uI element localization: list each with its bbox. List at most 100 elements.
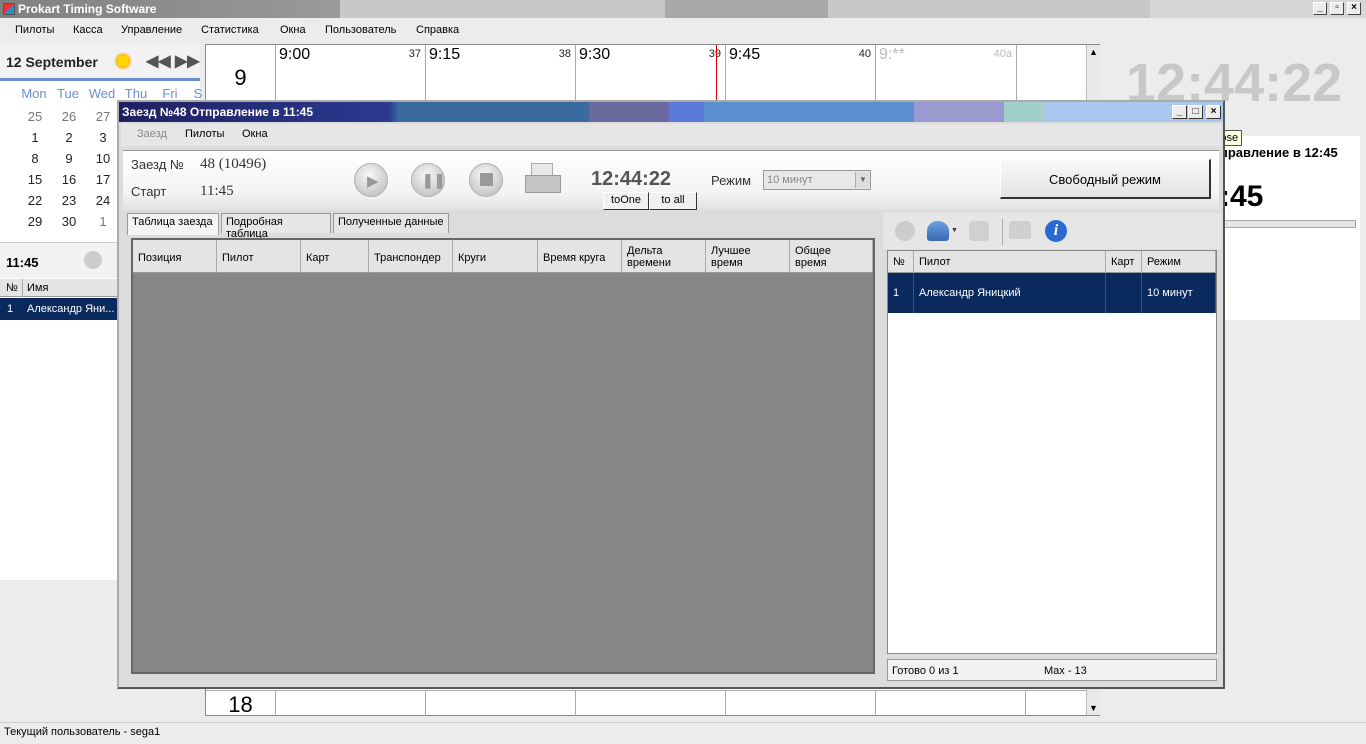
rcol-kart[interactable]: Карт [1106,251,1142,273]
calendar-day[interactable]: 25 [20,109,50,124]
dialog-menu-pilots[interactable]: Пилоты [185,128,224,140]
print-button[interactable] [523,163,563,197]
heat-number-label: Заезд № [131,157,184,172]
slot-900[interactable]: 9:00 37 [276,45,426,102]
scroll-up-icon[interactable]: ▲ [1089,47,1098,57]
slot-930[interactable]: 9:30 39 [576,45,726,102]
sun-icon [114,52,132,70]
rcol-num[interactable]: № [888,251,914,273]
add-pilot-icon[interactable] [895,221,915,241]
close-window-button[interactable]: × [1347,2,1361,15]
rrow-pilot[interactable]: Александр Яницкий [914,273,1106,313]
stop-button[interactable] [469,163,503,197]
calendar-day[interactable]: 17 [88,172,118,187]
menu-pilots[interactable]: Пилоты [15,24,54,36]
right-toolbar: ▼ i [883,213,1221,249]
to-one-button[interactable]: toOne [603,192,649,210]
menu-statistics[interactable]: Статистика [201,24,259,36]
ready-count: Готово 0 из 1 [892,665,959,677]
calendar-day[interactable]: 8 [20,151,50,166]
rcol-pilot[interactable]: Пилот [914,251,1106,273]
calendar-day[interactable]: 29 [20,214,50,229]
dialog-menu-bar: Заезд Пилоты Окна [121,124,1221,146]
col-delta-time[interactable]: Дельта времени [622,240,706,273]
weekday-tue: Tue [57,86,79,101]
play-button[interactable]: ▶ [354,163,388,197]
mode-select[interactable]: 10 минут ▼ [763,170,871,190]
col-position[interactable]: Позиция [133,240,217,273]
app-icon [3,3,15,15]
slot-time: 9:15 [429,46,461,63]
pilot-row[interactable]: 1 Александр Яни... [0,298,117,320]
rrow-num[interactable]: 1 [888,273,914,313]
dialog-minimize-button[interactable]: _ [1172,105,1187,119]
calendar-day[interactable]: 9 [54,151,84,166]
weekday-fri: Fri [162,86,178,101]
weekday-thu: Thu [124,86,148,101]
pause-button[interactable]: ❚❚ [411,163,445,197]
slot-extra[interactable]: 9:** 40a [876,45,1017,102]
rrow-kart[interactable] [1106,273,1142,313]
col-laps[interactable]: Круги [453,240,538,273]
col-lap-time[interactable]: Время круга [538,240,622,273]
tab-received-data[interactable]: Полученные данные [333,213,449,233]
calendar-day[interactable]: 26 [54,109,84,124]
menu-windows[interactable]: Окна [280,24,306,36]
col-pilot[interactable]: Пилот [217,240,301,273]
menu-user[interactable]: Пользователь [325,24,396,36]
current-time-line [716,45,717,102]
next-day-icon[interactable]: ▶▶ [175,51,200,71]
calendar-day[interactable]: 10 [88,151,118,166]
calendar-day[interactable]: 30 [54,214,84,229]
chevron-down-icon[interactable]: ▼ [855,172,870,188]
dialog-maximize-button[interactable]: □ [1188,105,1203,119]
coins-icon[interactable] [969,221,989,241]
menu-help[interactable]: Справка [416,24,459,36]
dialog-menu-windows[interactable]: Окна [242,128,268,140]
col-best-time[interactable]: Лучшее время [706,240,790,273]
col-total-time[interactable]: Общее время [790,240,873,273]
calendar-day[interactable]: 23 [54,193,84,208]
calendar-day[interactable]: 16 [54,172,84,187]
calendar-day[interactable]: 1 [88,214,118,229]
menu-control[interactable]: Управление [121,24,182,36]
tab-heat-table[interactable]: Таблица заезда [127,213,219,235]
status-bar: Текущий пользователь - sega1 [0,722,1366,742]
dialog-close-button[interactable]: × [1206,105,1221,119]
calendar-day[interactable]: 1 [20,130,50,145]
to-all-button[interactable]: to all [649,192,697,210]
rcol-mode[interactable]: Режим [1142,251,1216,273]
next-heat-time: :45 [1220,180,1264,213]
slot-945[interactable]: 9:45 40 [726,45,876,102]
menu-bar: Пилоты Касса Управление Статистика Окна … [0,20,1366,42]
add-pilot-icon[interactable] [84,251,102,269]
next-heat-progress [1220,220,1356,228]
calendar-day[interactable]: 2 [54,130,84,145]
maximize-button[interactable]: ▫ [1330,2,1344,15]
col-transponder[interactable]: Транспондер [369,240,453,273]
slot-915[interactable]: 9:15 38 [426,45,576,102]
rrow-mode[interactable]: 10 минут [1142,273,1216,313]
calendar-day[interactable]: 22 [20,193,50,208]
prev-day-icon[interactable]: ◀◀ [146,51,171,71]
date-bar: 12 September ◀◀ ▶▶ [0,44,200,78]
dialog-menu-heat[interactable]: Заезд [137,128,167,140]
slot-time: 9:00 [279,46,311,63]
window-titlebar: Prokart Timing Software _ ▫ × [0,0,1366,18]
calendar-day[interactable]: 15 [20,172,50,187]
scroll-down-icon[interactable]: ▼ [1089,703,1098,713]
info-icon[interactable]: i [1045,220,1067,242]
menu-cashier[interactable]: Касса [73,24,103,36]
dialog-titlebar: Заезд №48 Отправление в 11:45 _ □ × [119,102,1223,122]
calendar-day[interactable]: 24 [88,193,118,208]
tab-detailed-table[interactable]: Подробная таблица [221,213,331,240]
calendar-day[interactable]: 3 [88,130,118,145]
col-kart[interactable]: Карт [301,240,369,273]
minimize-button[interactable]: _ [1313,2,1327,15]
user-edit-icon[interactable] [927,221,949,241]
dropdown-arrow-icon[interactable]: ▼ [951,227,958,234]
free-mode-button[interactable]: Свободный режим [1000,159,1211,199]
calendar-day[interactable]: 27 [88,109,118,124]
kart-icon[interactable] [1009,221,1031,239]
heat-dialog: Заезд №48 Отправление в 11:45 _ □ × Заез… [117,100,1225,689]
